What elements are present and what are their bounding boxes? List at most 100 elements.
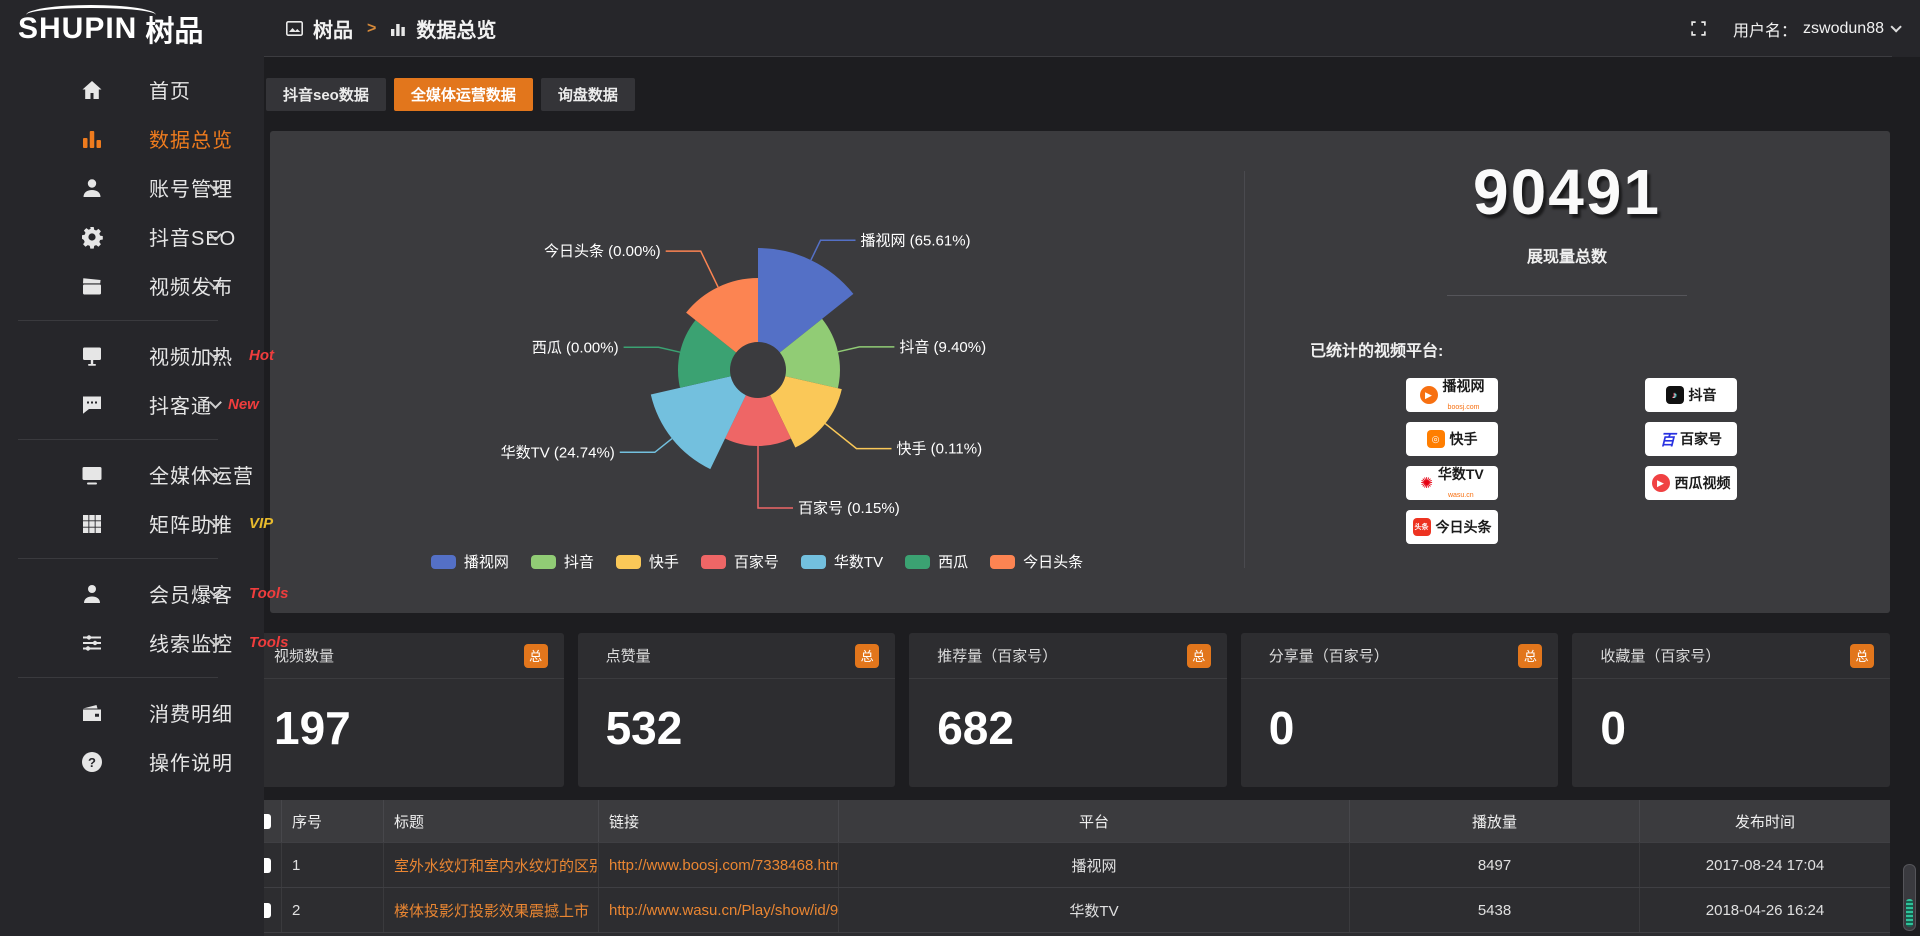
cell-title-link[interactable]: 楼体投影灯投影效果震撼上市 — [394, 900, 589, 921]
sidebar-divider — [18, 558, 218, 559]
tab-3[interactable]: 询盘数据 — [541, 78, 635, 111]
sidebar-item-badge: VIP — [249, 515, 273, 532]
breadcrumb: 树品 > 数据总览 — [286, 0, 496, 57]
platform-badge-toutiao: 头条今日头条 — [1406, 510, 1498, 544]
breadcrumb-current-icon — [390, 21, 406, 36]
total-badge: 总 — [855, 644, 879, 668]
user-menu[interactable]: 用户名：zswodun88 — [1733, 17, 1898, 41]
pie-slice-label: 华数TV (24.74%) — [501, 444, 615, 461]
sidebar-item-screen[interactable]: 视频加热Hot — [0, 331, 264, 380]
platform-logo-grid: ▶播视网boosj.com♪抖音◎快手百百家号✺华数TVwasu.cn▶西瓜视频… — [1406, 378, 1737, 544]
grid-icon — [80, 512, 104, 536]
sidebar-item-grid[interactable]: 矩阵助推VIP — [0, 499, 264, 548]
sidebar-item-label: 全媒体运营 — [149, 460, 254, 489]
sidebar-item-label: 抖客通 — [149, 390, 212, 419]
legend-item-7[interactable]: 今日头条 — [990, 551, 1083, 572]
tab-1[interactable]: 抖音seo数据 — [266, 78, 386, 111]
sidebar-item-clapper[interactable]: 视频发布 — [0, 261, 264, 310]
table-header-row: 序号标题链接平台播放量发布时间 — [246, 800, 1890, 843]
pie-slice-label: 今日头条 (0.00%) — [544, 243, 661, 260]
legend-item-1[interactable]: 播视网 — [431, 551, 509, 572]
legend-item-5[interactable]: 华数TV — [801, 551, 883, 572]
platform-name: 西瓜视频 — [1675, 475, 1731, 491]
scrollbar-thumb[interactable] — [1906, 899, 1913, 927]
legend-label: 抖音 — [564, 551, 594, 572]
sidebar-item-badge: Tools — [249, 585, 288, 602]
cell-time: 2018-04-26 16:24 — [1640, 888, 1890, 932]
total-badge: 总 — [1518, 644, 1542, 668]
sidebar-item-home[interactable]: 首页 — [0, 65, 264, 114]
platform-name: 华数TV — [1438, 466, 1484, 482]
column-header: 链接 — [599, 800, 839, 842]
sidebar-item-chat[interactable]: 抖客通New — [0, 380, 264, 429]
sidebar-item-chart[interactable]: 数据总览 — [0, 114, 264, 163]
pie-slice-label: 抖音 (9.40%) — [899, 339, 986, 356]
sidebar-item-label: 数据总览 — [149, 124, 233, 153]
platform-name: 快手 — [1450, 431, 1478, 447]
wasu-logo-icon: ✺ — [1420, 474, 1433, 492]
legend-label: 今日头条 — [1023, 551, 1083, 572]
sidebar-item-user[interactable]: 账号管理 — [0, 163, 264, 212]
person-icon — [80, 582, 104, 606]
pie-slice-label: 播视网 (65.61%) — [861, 232, 971, 249]
stat-card-3: 推荐量（百家号）总682 — [909, 633, 1227, 787]
logo-arc-decoration — [26, 5, 156, 15]
column-header: 序号 — [282, 800, 384, 842]
monitor-icon — [80, 463, 104, 487]
cell-views: 5438 — [1350, 888, 1640, 932]
sidebar-item-person[interactable]: 会员爆客Tools — [0, 569, 264, 618]
stat-card-value: 532 — [578, 679, 896, 755]
cell-url-link[interactable]: http://www.boosj.com/7338468.html — [609, 857, 839, 874]
data-tabs: 抖音seo数据全媒体运营数据询盘数据 — [266, 78, 635, 111]
platform-name: 播视网 — [1443, 378, 1485, 394]
sidebar-item-label: 矩阵助推 — [149, 509, 233, 538]
legend-item-3[interactable]: 快手 — [616, 551, 679, 572]
sidebar-item-gear[interactable]: 抖音SEO — [0, 212, 264, 261]
scrollbar-track[interactable] — [1903, 864, 1916, 931]
column-header: 标题 — [384, 800, 599, 842]
platform-badge-douyin: ♪抖音 — [1645, 378, 1737, 412]
impressions-total-label: 展现量总数 — [1244, 243, 1890, 267]
platform-badge-xigua: ▶西瓜视频 — [1645, 466, 1737, 500]
pie-slice-5[interactable] — [651, 376, 746, 469]
stat-card-header: 收藏量（百家号） 总 — [1572, 633, 1890, 679]
legend-item-6[interactable]: 西瓜 — [905, 551, 968, 572]
sidebar-item-wallet[interactable]: 消费明细 — [0, 688, 264, 737]
sidebar-item-monitor[interactable]: 全媒体运营 — [0, 450, 264, 499]
topbar-divider — [264, 56, 1892, 57]
cell-title-link[interactable]: 室外水纹灯和室内水纹灯的区别和简介 — [394, 855, 599, 876]
pie-label-line — [838, 347, 895, 352]
stat-card-title: 收藏量（百家号） — [1600, 645, 1720, 666]
breadcrumb-root-icon — [286, 21, 303, 36]
summary-divider — [1447, 295, 1687, 296]
sidebar-item-question[interactable]: ?操作说明 — [0, 737, 264, 786]
stat-card-header: 点赞量总 — [578, 633, 896, 679]
legend-item-4[interactable]: 百家号 — [701, 551, 779, 572]
legend-item-2[interactable]: 抖音 — [531, 551, 594, 572]
platform-badge-baijiahao: 百百家号 — [1645, 422, 1737, 456]
column-header: 发布时间 — [1640, 800, 1890, 842]
fullscreen-icon[interactable] — [1690, 20, 1707, 37]
stat-card-title: 分享量（百家号） — [1269, 645, 1389, 666]
cell-url-link[interactable]: http://www.wasu.cn/Play/show/id/952... — [609, 902, 839, 919]
user-icon — [80, 176, 104, 200]
sidebar-item-label: 操作说明 — [149, 747, 233, 776]
user-label: 用户名： — [1733, 17, 1797, 41]
overview-panel: 播视网 (65.61%)抖音 (9.40%)快手 (0.11%)百家号 (0.1… — [270, 131, 1890, 613]
tab-2[interactable]: 全媒体运营数据 — [394, 78, 533, 111]
sidebar-item-sliders[interactable]: 线索监控Tools — [0, 618, 264, 667]
douyin-logo-icon: ♪ — [1666, 386, 1684, 404]
stat-card-value: 197 — [246, 679, 564, 755]
impressions-total-value: 90491 — [1244, 155, 1890, 229]
platform-subtext: boosj.com — [1448, 404, 1480, 411]
legend-swatch — [431, 555, 456, 569]
breadcrumb-root[interactable]: 树品 — [313, 14, 353, 43]
gear-icon — [80, 225, 104, 249]
pie-label-line — [825, 424, 891, 449]
total-badge: 总 — [1850, 644, 1874, 668]
toutiao-logo-icon: 头条 — [1413, 518, 1431, 536]
wallet-icon — [80, 701, 104, 725]
breadcrumb-separator: > — [367, 20, 376, 38]
kuaishou-logo-icon: ◎ — [1427, 430, 1445, 448]
pie-label-line — [811, 240, 856, 260]
